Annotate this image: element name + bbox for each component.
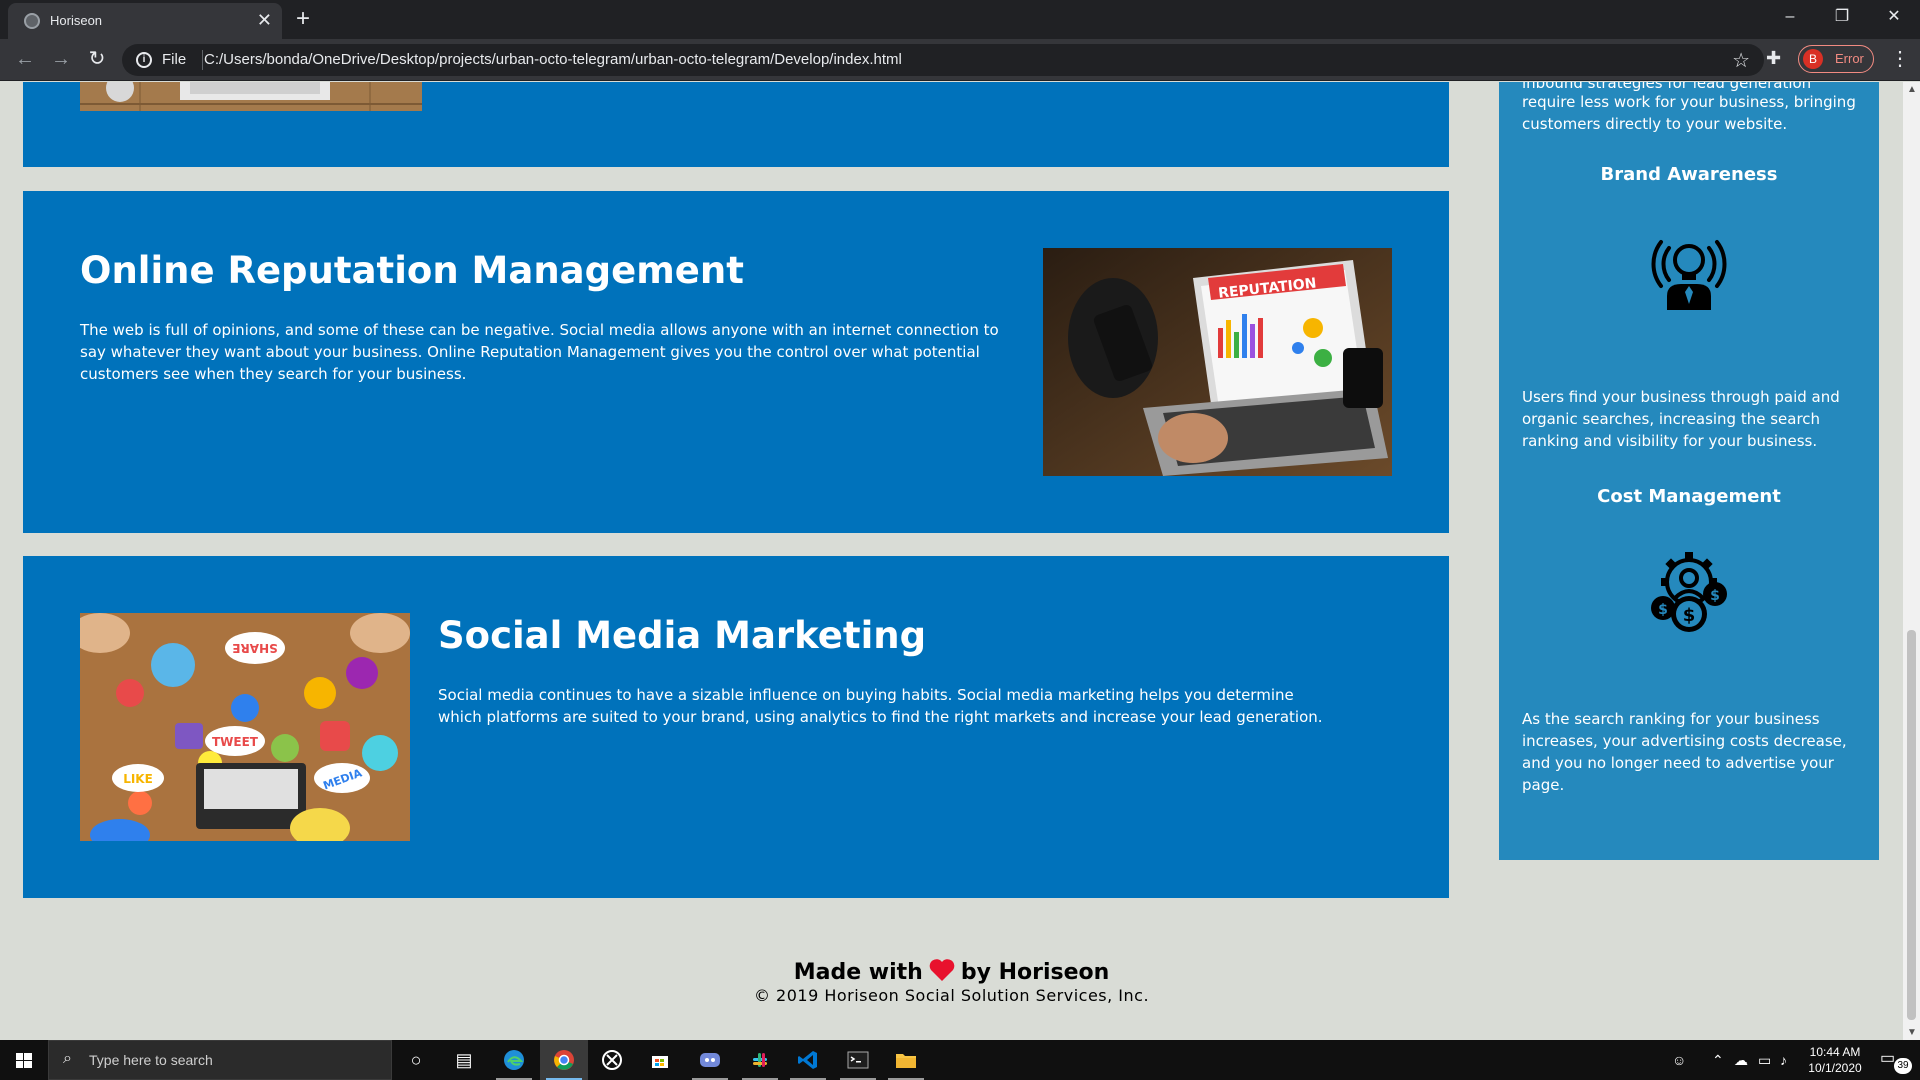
benefit-title: Cost Management [1597,486,1781,507]
heart-icon [929,959,955,981]
scroll-up-icon[interactable]: ▲ [1907,84,1917,95]
clock-date: 10/1/2020 [1808,1061,1862,1075]
discord-icon[interactable] [686,1040,734,1080]
gear-dollar-icon: $ $ $ [1651,552,1727,632]
slack-icon[interactable] [736,1040,784,1080]
notification-center-button[interactable]: ▭ 39 [1880,1048,1912,1074]
benefit-body: As the search ranking for your business … [1522,710,1847,794]
like-word: LIKE [123,772,153,786]
menu-dots-icon[interactable]: ⋮ [1890,46,1910,71]
section-title: Social Media Marketing [438,614,927,657]
new-tab-button[interactable]: + [296,4,310,34]
file-label: File [162,51,187,68]
reputation-section: Online Reputation Management The web is … [23,191,1449,533]
footer-by-text: by Horiseon [960,960,1110,985]
cortana-icon[interactable]: ○ [392,1040,440,1080]
footer-made-with: Made with by Horiseon [0,958,1903,985]
reputation-image: REPUTATION [1043,248,1392,476]
people-icon[interactable]: ☺ [1672,1040,1686,1080]
edge-icon[interactable] [490,1040,538,1080]
svg-text:$: $ [1683,605,1696,626]
network-icon[interactable]: ▭ [1758,1040,1771,1080]
browser-tab[interactable]: Horiseon ✕ [8,3,282,39]
page-scrollbar[interactable]: ▲ ▼ [1903,82,1920,1040]
social-media-image: SHARE TWEET LIKE MEDIA [80,613,410,841]
address-bar[interactable]: i File C:/Users/bonda/OneDrive/Desktop/p… [122,44,1764,76]
scroll-down-icon[interactable]: ▼ [1907,1027,1917,1038]
taskbar-clock[interactable]: 10:44 AM 10/1/2020 [1790,1044,1880,1076]
section-title: Online Reputation Management [80,249,744,292]
onedrive-icon[interactable]: ☁ [1734,1040,1748,1080]
xbox-icon[interactable] [588,1040,636,1080]
search-icon: ⌕ [63,1050,72,1067]
browser-tab-bar: Horiseon ✕ + – ❐ ✕ [0,0,1920,39]
footer-copyright: © 2019 Horiseon Social Solution Services… [753,986,1150,1005]
section-body: Social media continues to have a sizable… [438,686,1323,726]
vscode-icon[interactable] [784,1040,832,1080]
social-media-section: SHARE TWEET LIKE MEDIA Social Media Mark… [23,556,1449,898]
bookmark-star-icon[interactable]: ☆ [1732,48,1750,73]
chrome-icon[interactable] [540,1040,588,1080]
windows-logo-icon [16,1053,32,1068]
svg-text:$: $ [1710,588,1720,604]
globe-icon [24,13,40,29]
back-icon[interactable]: ← [12,47,38,71]
reload-icon[interactable]: ↻ [84,47,110,71]
sidebar-intro-text: require less work for your business, bri… [1522,93,1856,133]
address-toolbar: ← → ↻ i File C:/Users/bonda/OneDrive/Des… [0,39,1920,81]
footer-made-with-text: Made with [793,960,923,985]
info-icon[interactable]: i [136,52,152,68]
windows-taskbar: ⌕ Type here to search ○ ▤ ☺ ⌃ ☁ ▭ ♪ 10:4… [0,1040,1920,1080]
search-placeholder: Type here to search [89,1052,213,1068]
lightbulb-person-icon [1651,240,1727,310]
tweet-word: TWEET [212,735,259,749]
terminal-icon[interactable] [834,1040,882,1080]
benefits-sidebar: inbound strategies for lead generation r… [1499,82,1879,860]
previous-section-panel [23,82,1449,167]
url-text[interactable]: C:/Users/bonda/OneDrive/Desktop/projects… [204,51,902,68]
benefit-body: Users find your business through paid an… [1522,388,1840,450]
store-icon[interactable] [636,1040,684,1080]
tab-title: Horiseon [50,13,103,28]
profile-status: Error [1835,51,1864,66]
clock-time: 10:44 AM [1809,1045,1861,1059]
notification-count-badge: 39 [1894,1058,1912,1074]
url-divider [202,50,203,70]
window-close-icon[interactable]: ✕ [1874,4,1914,30]
file-explorer-icon[interactable] [882,1040,930,1080]
previous-section-image [80,82,422,111]
restore-icon[interactable]: ❐ [1822,4,1862,30]
section-body: The web is full of opinions, and some of… [80,321,999,383]
taskbar-search-box[interactable]: ⌕ Type here to search [48,1040,392,1080]
notification-icon: ▭ [1880,1050,1896,1067]
minimize-icon[interactable]: – [1770,4,1810,30]
forward-icon[interactable]: → [48,47,74,71]
volume-icon[interactable]: ♪ [1780,1040,1787,1080]
page-viewport: Online Reputation Management The web is … [0,82,1903,1040]
close-tab-icon[interactable]: ✕ [257,9,272,31]
task-view-icon[interactable]: ▤ [440,1040,488,1080]
extensions-puzzle-icon[interactable]: ✚ [1766,48,1781,69]
start-button[interactable] [0,1040,48,1080]
profile-button[interactable]: B Error [1798,45,1874,73]
chevron-up-icon[interactable]: ⌃ [1712,1040,1724,1080]
scrollbar-thumb[interactable] [1907,630,1916,1020]
svg-text:$: $ [1658,602,1668,618]
benefit-title: Brand Awareness [1600,164,1778,185]
avatar: B [1803,49,1823,69]
share-word: SHARE [232,641,277,655]
